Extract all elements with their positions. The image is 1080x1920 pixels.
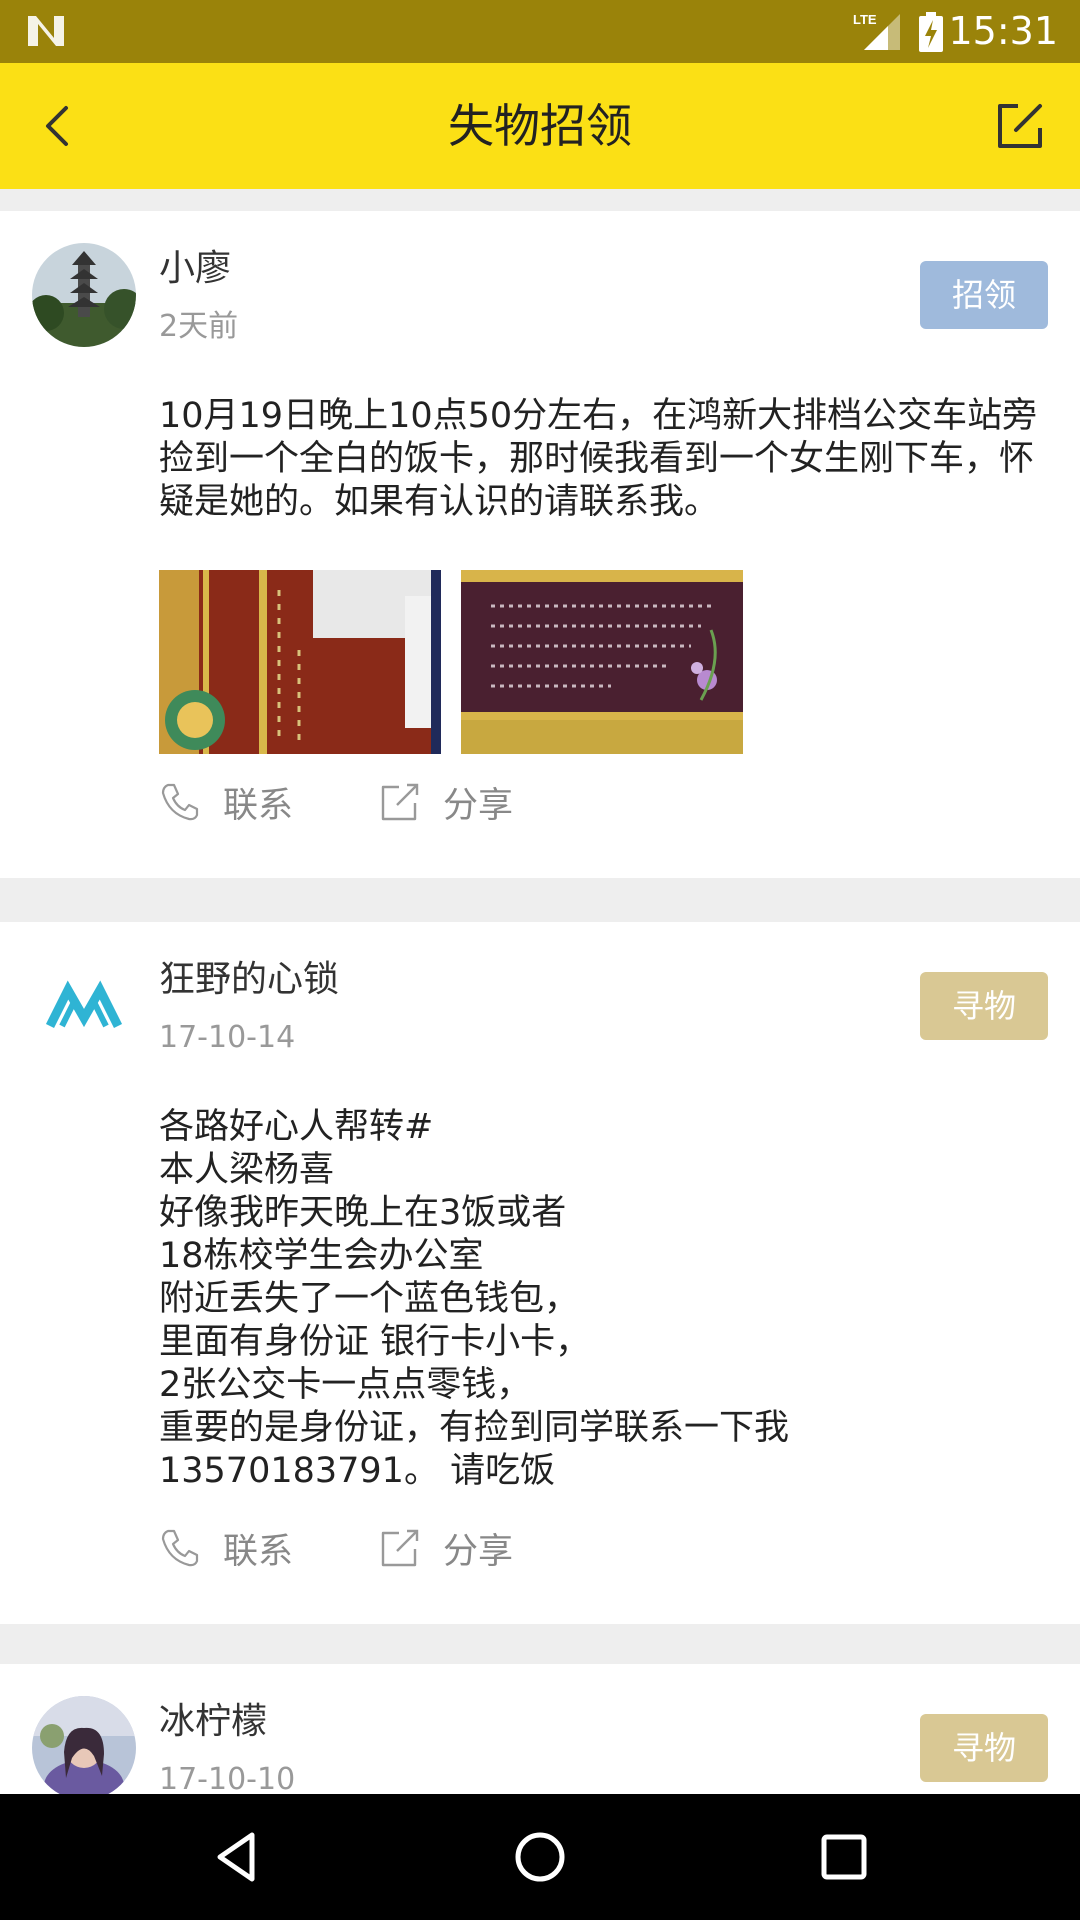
post-username: 小廖 [159,248,232,289]
battery-charging-icon [919,12,943,52]
seek-tag-button[interactable]: 寻物 [920,972,1048,1040]
contact-button[interactable]: 联系 [159,774,293,830]
share-button[interactable]: 分享 [379,1520,513,1576]
phone-icon [161,1529,199,1567]
post-content: 各路好心人帮转# 本人梁杨喜 好像我昨天晚上在3饭或者 18栋校学生会办公室 附… [159,1107,790,1491]
post-actions: 联系 分享 [159,1520,659,1576]
post-card[interactable]: 狂野的心锁 17-10-14 寻物 各路好心人帮转# 本人梁杨喜 好像我昨天晚上… [0,922,1080,1624]
contact-label: 联系 [223,785,294,826]
post-content: 10月19日晚上10点50分左右，在鸿新大排档公交车站旁捡到一个全白的饭卡，那时… [159,396,1038,522]
recents-square-icon[interactable] [814,1827,874,1887]
post-card[interactable]: 小廖 2天前 招领 10月19日晚上10点50分左右，在鸿新大排档公交车站旁捡到… [0,211,1080,878]
avatar[interactable] [32,243,136,347]
back-triangle-icon[interactable] [206,1827,266,1887]
post-photo[interactable] [159,570,441,754]
share-label: 分享 [443,1531,514,1572]
app-bar: 失物招领 [0,63,1080,189]
post-photo[interactable] [461,570,743,754]
phone-icon [161,783,199,821]
n-logo-icon [28,16,64,46]
home-circle-icon[interactable] [510,1827,570,1887]
share-icon [381,783,419,821]
share-label: 分享 [443,785,514,826]
status-bar: LTE 15:31 [0,0,1080,63]
post-date: 17-10-14 [159,1020,296,1055]
avatar[interactable] [32,1696,136,1800]
contact-button[interactable]: 联系 [159,1520,293,1576]
network-label: LTE [853,12,877,27]
claim-tag-button[interactable]: 招领 [920,261,1048,329]
seek-tag-button[interactable]: 寻物 [920,1714,1048,1782]
post-date: 2天前 [159,309,239,344]
edit-icon[interactable] [990,96,1050,156]
share-icon [381,1529,419,1567]
page-title: 失物招领 [448,99,632,153]
post-actions: 联系 分享 [159,774,659,830]
contact-label: 联系 [223,1531,294,1572]
lte-signal-icon: LTE [853,12,900,50]
share-button[interactable]: 分享 [379,774,513,830]
status-time: 15:31 [948,9,1058,53]
navigation-bar [0,1794,1080,1920]
post-username: 狂野的心锁 [159,959,340,1000]
post-username: 冰柠檬 [159,1701,268,1742]
avatar[interactable] [32,954,136,1058]
